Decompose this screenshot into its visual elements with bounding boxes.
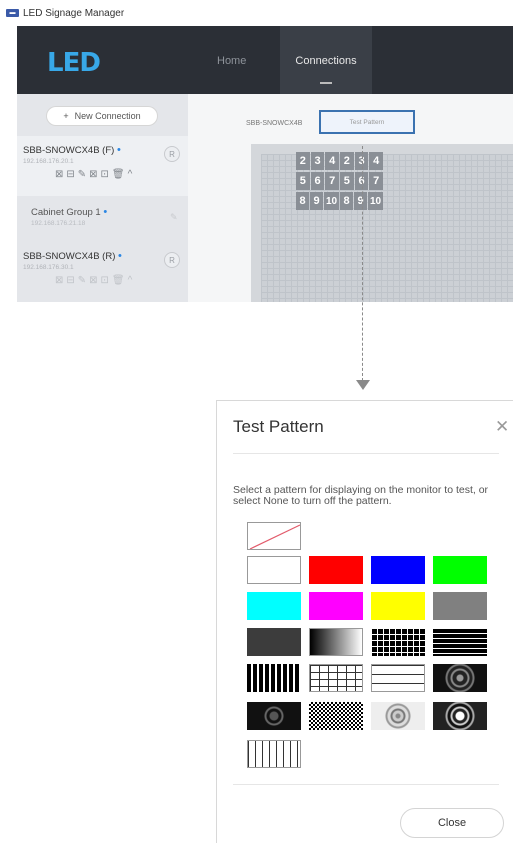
cabinet-row: 8 9 10 8 9 10 bbox=[296, 192, 384, 210]
pattern-vertical-lines-white[interactable] bbox=[247, 740, 301, 768]
pattern-dark-gray[interactable] bbox=[247, 628, 301, 656]
role-badge: R bbox=[164, 252, 180, 268]
main-panel: SBB-SNOWCX4B Test Pattern 23423456756789… bbox=[188, 94, 513, 302]
device-name: SBB-SNOWCX4B (F) bbox=[23, 145, 115, 156]
cabinet-cells: 2 3 4 2 3 4 5 6 7 5 6 7 8 9 10 8 9 10 bbox=[296, 152, 384, 212]
callout-connector bbox=[362, 146, 363, 381]
cabinet-cell[interactable]: 7 bbox=[325, 172, 340, 190]
cabinet-cell[interactable]: 4 bbox=[325, 152, 340, 170]
role-badge: R bbox=[164, 146, 180, 162]
device-toolbar[interactable]: ⊠⊟✎⊠⊡🗑^ bbox=[55, 169, 135, 180]
divider bbox=[233, 784, 499, 785]
cabinet-group-name: Cabinet Group 1 bbox=[31, 207, 101, 218]
cabinet-cell[interactable]: 9 bbox=[354, 192, 368, 210]
top-navigation: LED Home Connections bbox=[17, 26, 513, 94]
status-dot: • bbox=[103, 206, 108, 218]
pattern-circle-light[interactable] bbox=[371, 702, 425, 730]
cabinet-cell[interactable]: 2 bbox=[340, 152, 354, 170]
edit-icon[interactable]: ✎ bbox=[170, 212, 178, 223]
pattern-cyan[interactable] bbox=[247, 592, 301, 620]
cabinet-cell[interactable]: 10 bbox=[368, 192, 383, 210]
cabinet-cell[interactable]: 3 bbox=[310, 152, 325, 170]
cabinet-cell[interactable]: 5 bbox=[296, 172, 310, 190]
pattern-red[interactable] bbox=[309, 556, 363, 584]
window-title: LED Signage Manager bbox=[23, 7, 125, 19]
nav-home[interactable]: Home bbox=[217, 55, 246, 67]
device-name: SBB-SNOWCX4B (R) bbox=[23, 251, 116, 262]
cabinet-cell[interactable]: 6 bbox=[310, 172, 325, 190]
pattern-magenta[interactable] bbox=[309, 592, 363, 620]
cabinet-cell[interactable]: 5 bbox=[340, 172, 354, 190]
new-connection-label: New Connection bbox=[74, 111, 141, 121]
status-dot: • bbox=[118, 250, 122, 262]
pattern-gradient[interactable] bbox=[309, 628, 363, 656]
brand-logo: LED bbox=[47, 48, 101, 78]
device-item-rear[interactable]: SBB-SNOWCX4B (R) • 192.168.176.30.1 R ⊠⊟… bbox=[17, 242, 188, 302]
pattern-green[interactable] bbox=[433, 556, 487, 584]
pattern-blue[interactable] bbox=[371, 556, 425, 584]
nav-connections[interactable]: Connections bbox=[280, 26, 372, 94]
dialog-title: Test Pattern bbox=[233, 417, 324, 436]
cabinet-cell[interactable]: 7 bbox=[369, 172, 384, 190]
cabinet-cell[interactable]: 10 bbox=[324, 192, 339, 210]
pattern-checker-noise[interactable] bbox=[309, 702, 363, 730]
pattern-horizontal-lines-white[interactable] bbox=[371, 664, 425, 692]
new-connection-button[interactable]: + New Connection bbox=[47, 107, 157, 125]
plus-icon: + bbox=[63, 111, 69, 121]
close-button[interactable]: Close bbox=[400, 808, 504, 838]
device-toolbar[interactable]: ⊠⊟✎⊠⊡🗑^ bbox=[55, 275, 135, 286]
cabinet-group-ip: 192.168.176.21.18 bbox=[31, 220, 86, 227]
tab-device[interactable]: SBB-SNOWCX4B bbox=[246, 120, 302, 127]
app-window: LED Home Connections + New Connection SB… bbox=[17, 26, 513, 302]
screen-canvas: 2 3 4 2 3 4 5 6 7 5 6 7 8 9 10 8 9 10 bbox=[251, 144, 513, 302]
cabinet-group-item[interactable]: Cabinet Group 1 • 192.168.176.21.18 ✎ bbox=[17, 198, 188, 238]
pattern-white[interactable] bbox=[247, 556, 301, 584]
cabinet-cell[interactable]: 8 bbox=[296, 192, 310, 210]
close-icon[interactable]: ✕ bbox=[495, 417, 509, 437]
device-ip: 192.168.176.20.1 bbox=[23, 158, 74, 165]
cabinet-cell[interactable]: 9 bbox=[310, 192, 324, 210]
divider bbox=[233, 453, 499, 454]
pattern-none[interactable] bbox=[247, 522, 301, 550]
pattern-noise-dark[interactable] bbox=[247, 702, 301, 730]
device-item-front[interactable]: SBB-SNOWCX4B (F) • 192.168.176.20.1 R ⊠⊟… bbox=[17, 136, 188, 196]
device-ip: 192.168.176.30.1 bbox=[23, 264, 74, 271]
tab-test-pattern[interactable]: Test Pattern bbox=[319, 110, 415, 134]
sidebar: + New Connection SBB-SNOWCX4B (F) • 192.… bbox=[17, 94, 188, 302]
pattern-circle-ring[interactable] bbox=[433, 702, 487, 730]
window-titlebar: ▬ LED Signage Manager bbox=[0, 0, 513, 26]
pattern-grid-white[interactable] bbox=[309, 664, 363, 692]
cabinet-cell[interactable]: 4 bbox=[369, 152, 384, 170]
pattern-grid-black[interactable] bbox=[371, 628, 425, 656]
callout-arrow-icon bbox=[356, 380, 370, 390]
pattern-yellow[interactable] bbox=[371, 592, 425, 620]
pattern-circle-dark[interactable] bbox=[433, 664, 487, 692]
cabinet-row: 234234 bbox=[296, 152, 384, 170]
dialog-description: Select a pattern for displaying on the m… bbox=[233, 484, 489, 507]
cabinet-cell[interactable]: 8 bbox=[340, 192, 354, 210]
test-pattern-dialog: Test Pattern ✕ Select a pattern for disp… bbox=[216, 400, 513, 843]
status-dot: • bbox=[116, 144, 121, 156]
app-logo-icon: ▬ bbox=[6, 9, 19, 17]
none-slash-icon bbox=[249, 524, 300, 549]
pattern-horizontal-lines-black[interactable] bbox=[433, 628, 487, 656]
cabinet-row: 567567 bbox=[296, 172, 384, 190]
pattern-gray[interactable] bbox=[433, 592, 487, 620]
pattern-vertical-bars-black[interactable] bbox=[247, 664, 301, 692]
cabinet-cell[interactable]: 2 bbox=[296, 152, 310, 170]
